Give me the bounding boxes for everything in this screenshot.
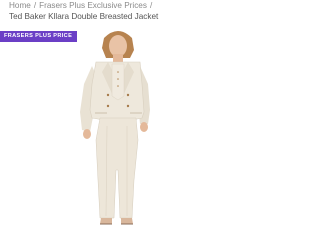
breadcrumb-home-link[interactable]: Home bbox=[9, 1, 31, 10]
product-image[interactable] bbox=[0, 30, 240, 240]
breadcrumb-separator: / bbox=[149, 1, 153, 10]
frasers-plus-price-badge: FRASERS PLUS PRICE bbox=[0, 31, 78, 42]
breadcrumb: Home / Frasers Plus Exclusive Prices / Ted … bbox=[9, 0, 239, 22]
breadcrumb-current-page: Ted Baker Kllara Double Breasted Jacket bbox=[9, 12, 159, 21]
breadcrumb-category-link[interactable]: Frasers Plus Exclusive Prices bbox=[39, 1, 147, 10]
breadcrumb-separator: / bbox=[33, 1, 37, 10]
